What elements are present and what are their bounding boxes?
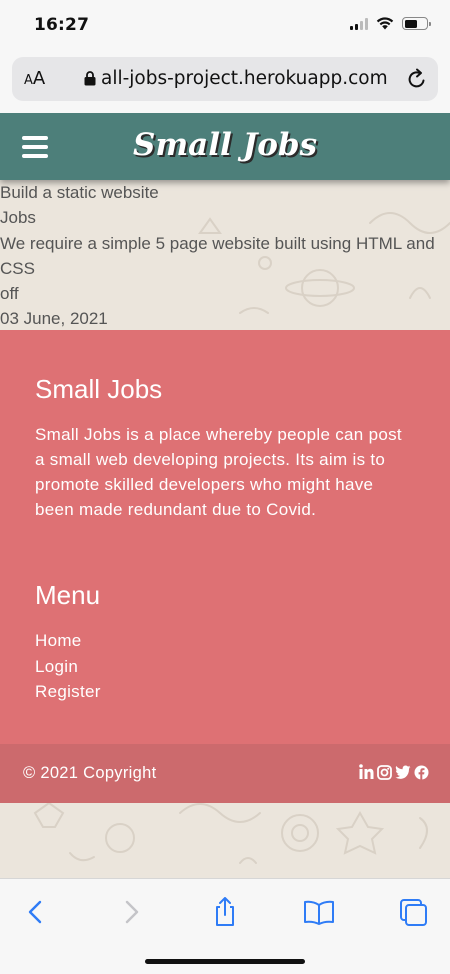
footer-link-login[interactable]: Login: [35, 654, 101, 680]
forward-icon[interactable]: [114, 897, 148, 927]
footer-menu-title: Menu: [35, 580, 101, 610]
reload-icon[interactable]: [406, 68, 428, 90]
facebook-icon[interactable]: [414, 765, 429, 780]
footer-menu-links: Home Login Register: [35, 628, 101, 705]
url-text[interactable]: all-jobs-project.herokuapp.com: [101, 68, 401, 89]
job-title: Build a static website: [0, 183, 159, 202]
address-bar[interactable]: AA all-jobs-project.herokuapp.com: [12, 57, 438, 101]
job-listing: Build a static website Jobs We require a…: [0, 180, 450, 332]
copyright-text: © 2021 Copyright: [23, 764, 157, 782]
status-time: 16:27: [34, 15, 90, 35]
footer-link-home[interactable]: Home: [35, 628, 101, 654]
wifi-icon: [376, 17, 394, 30]
status-icons: [350, 17, 431, 30]
back-icon[interactable]: [19, 897, 53, 927]
cellular-signal-icon: [350, 17, 368, 30]
copyright-bar: © 2021 Copyright: [0, 744, 450, 803]
share-icon[interactable]: [208, 897, 242, 927]
social-links: [359, 764, 429, 780]
status-bar: 16:27: [0, 0, 450, 52]
footer: Small Jobs Small Jobs is a place whereby…: [0, 330, 450, 744]
footer-link-register[interactable]: Register: [35, 679, 101, 705]
job-category: Jobs: [0, 208, 36, 228]
navbar: Small Jobs: [0, 113, 450, 180]
lock-icon: [84, 71, 96, 86]
instagram-icon[interactable]: [377, 764, 392, 780]
reader-options-button[interactable]: AA: [24, 68, 45, 89]
footer-title: Small Jobs: [35, 374, 163, 404]
web-page: Small Jobs Build a static website Jobs W…: [0, 113, 450, 878]
job-description: We require a simple 5 page website built…: [0, 233, 435, 278]
home-indicator: [145, 959, 305, 964]
bookmarks-icon[interactable]: [302, 897, 336, 927]
linkedin-icon[interactable]: [359, 764, 374, 780]
footer-description: Small Jobs is a place whereby people can…: [35, 425, 402, 519]
battery-icon: [402, 17, 431, 30]
job-status: off: [0, 284, 19, 304]
job-date: 03 June, 2021: [0, 309, 108, 329]
twitter-icon[interactable]: [395, 765, 411, 779]
tabs-icon[interactable]: [397, 897, 431, 927]
brand-logo[interactable]: Small Jobs: [0, 127, 450, 163]
